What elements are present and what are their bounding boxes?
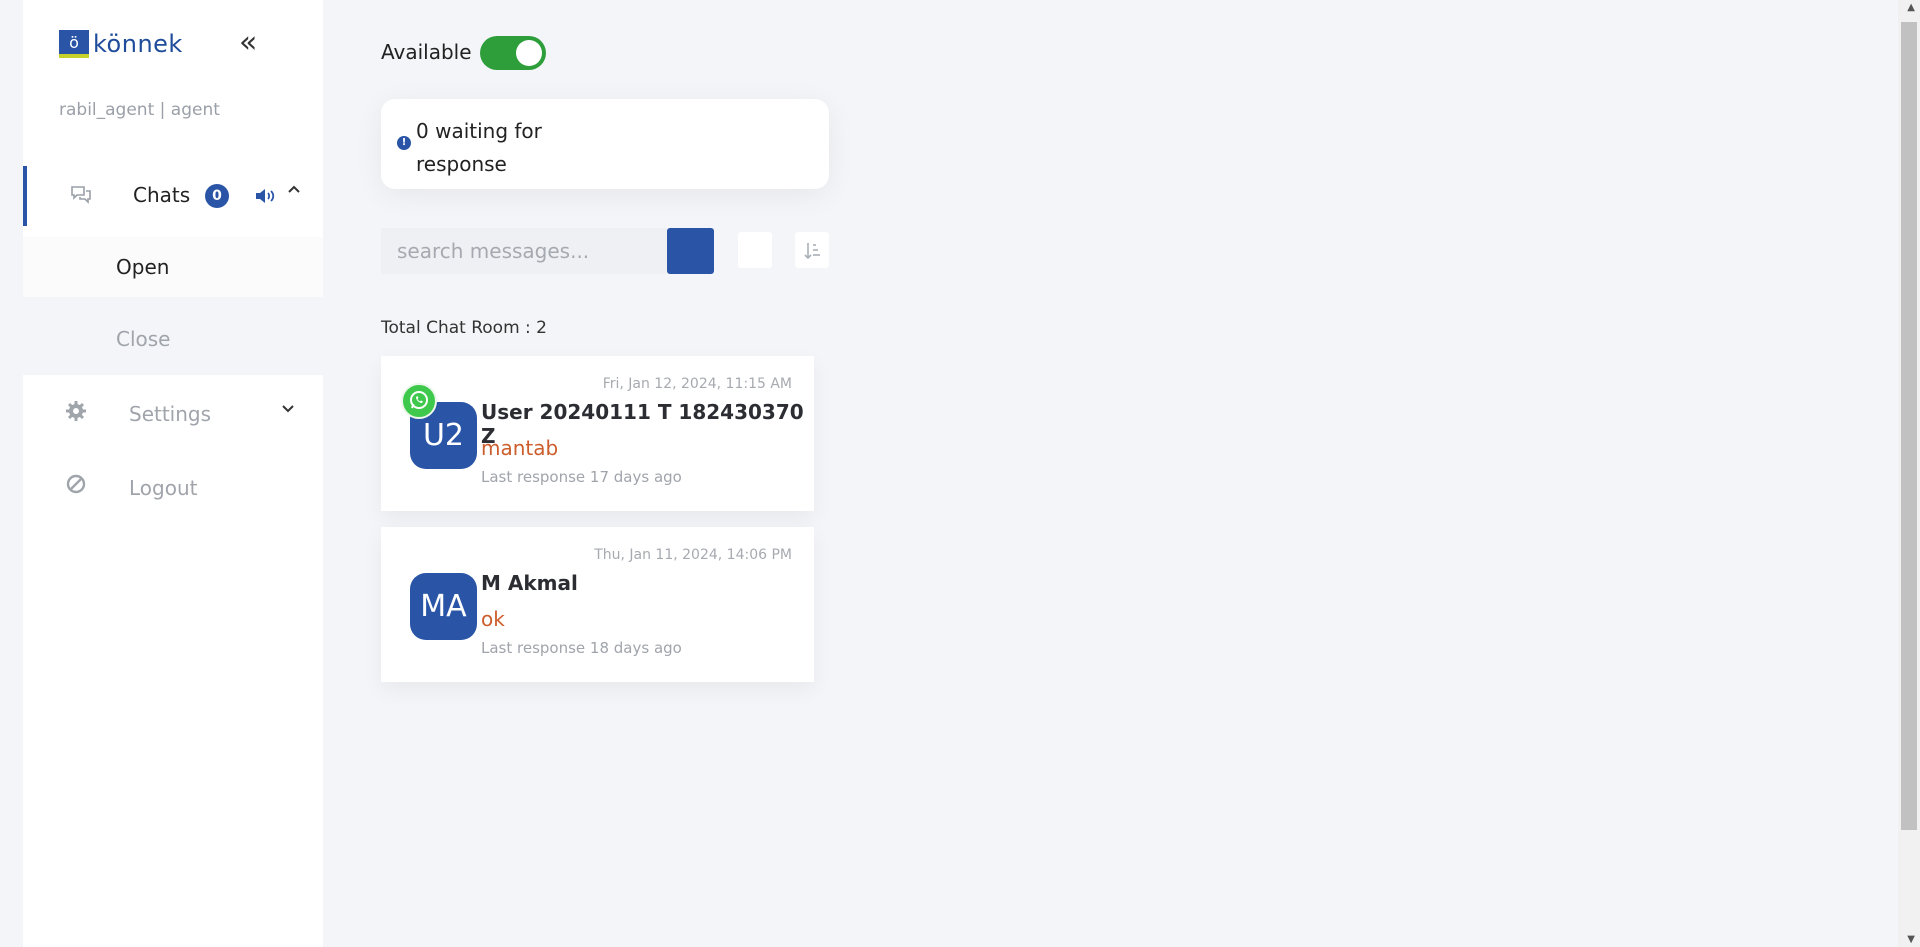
sort-icon <box>804 243 820 260</box>
vertical-scrollbar[interactable]: ▲ ▼ <box>1898 0 1920 947</box>
sidebar: ö könnek « rabil_agent | agent Chats 0 O… <box>23 0 323 947</box>
chat-last-response: Last response 18 days ago <box>481 639 682 657</box>
sidebar-item-logout[interactable]: Logout <box>23 468 323 512</box>
chat-user-name: M Akmal <box>481 571 578 595</box>
speaker-icon[interactable] <box>253 184 277 208</box>
sidebar-item-label: Chats <box>133 183 191 207</box>
availability-label: Available <box>381 40 472 64</box>
sidebar-subitem-label: Close <box>116 327 171 351</box>
search-input[interactable] <box>381 228 667 274</box>
availability-toggle[interactable] <box>480 36 546 70</box>
chat-bubbles-icon <box>69 184 93 209</box>
chats-count-badge: 0 <box>205 184 229 208</box>
chat-last-response: Last response 17 days ago <box>481 468 682 486</box>
chevron-up-icon[interactable] <box>286 182 302 203</box>
alert-icon: ! <box>397 136 411 150</box>
konnek-logo[interactable]: ö könnek <box>59 30 183 58</box>
avatar: MA <box>410 573 477 640</box>
sidebar-item-chats[interactable]: Chats 0 <box>23 166 323 226</box>
sidebar-item-label: Settings <box>129 402 212 426</box>
toggle-knob <box>516 40 542 66</box>
sidebar-item-label: Logout <box>129 476 198 500</box>
scroll-down-arrow-icon[interactable]: ▼ <box>1907 934 1915 945</box>
chat-date: Thu, Jan 11, 2024, 14:06 PM <box>594 547 792 563</box>
scroll-up-arrow-icon[interactable]: ▲ <box>1907 2 1915 13</box>
sidebar-subitem-open[interactable]: Open <box>23 237 323 297</box>
logo-mark: ö <box>59 30 89 58</box>
waiting-card: ! 0 waiting for response <box>381 99 829 189</box>
sidebar-item-settings[interactable]: Settings <box>23 392 323 436</box>
collapse-sidebar-button[interactable]: « <box>239 28 257 58</box>
total-chat-rooms: Total Chat Room : 2 <box>381 318 547 338</box>
scrollbar-thumb[interactable] <box>1901 22 1917 830</box>
chat-room-card[interactable]: Thu, Jan 11, 2024, 14:06 PM MA M Akmal o… <box>381 527 814 682</box>
gear-icon <box>65 400 87 428</box>
sidebar-subitem-close[interactable]: Close <box>23 297 323 375</box>
logout-icon <box>65 473 87 501</box>
chevron-down-icon[interactable] <box>280 400 296 421</box>
filter-button[interactable] <box>738 232 772 268</box>
whatsapp-icon <box>401 383 437 419</box>
search-button[interactable] <box>667 228 714 274</box>
user-info: rabil_agent | agent <box>59 100 220 120</box>
sort-button[interactable] <box>795 232 829 268</box>
chat-last-message: mantab <box>481 436 559 460</box>
chat-date: Fri, Jan 12, 2024, 11:15 AM <box>602 376 792 392</box>
waiting-text: 0 waiting for response <box>416 119 542 176</box>
chat-room-card[interactable]: Fri, Jan 12, 2024, 11:15 AM U2 User 2024… <box>381 356 814 511</box>
chat-last-message: ok <box>481 607 505 631</box>
sidebar-subitem-label: Open <box>116 255 170 279</box>
logo-text: könnek <box>93 30 183 58</box>
